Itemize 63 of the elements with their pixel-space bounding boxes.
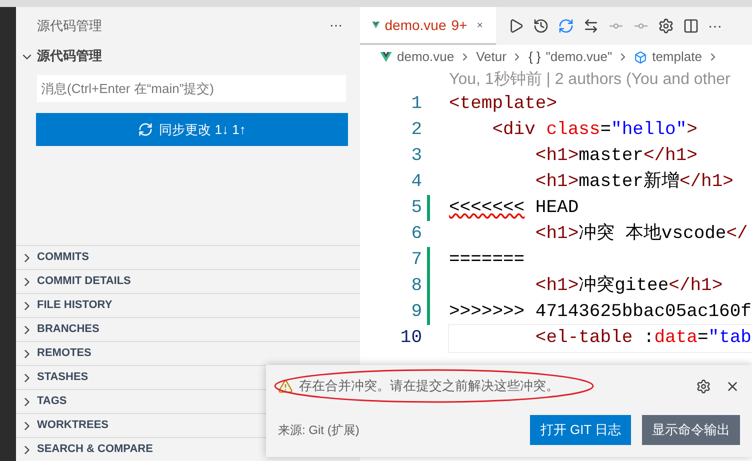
panel-title: COMMIT DETAILS bbox=[37, 274, 131, 290]
line-number: 4 bbox=[410, 170, 422, 194]
more-actions-icon[interactable]: ⋯ bbox=[708, 16, 722, 36]
panel-title: BRANCHES bbox=[37, 322, 100, 338]
line-number: 5 bbox=[410, 196, 422, 220]
code-line: <<<<<<< HEAD bbox=[449, 196, 579, 220]
code-line: <h1>冲突gitee</h1> bbox=[534, 274, 723, 298]
line-number: 1 bbox=[410, 92, 422, 116]
sync-icon bbox=[138, 122, 154, 137]
panel-title: REMOTES bbox=[37, 346, 92, 362]
line-number: 9 bbox=[410, 300, 422, 324]
code-line: ======= bbox=[449, 248, 525, 272]
warning-icon bbox=[278, 378, 293, 394]
notification-button[interactable]: 显示命令输出 bbox=[642, 415, 740, 445]
gear-icon[interactable] bbox=[658, 18, 674, 34]
line-number: 7 bbox=[410, 248, 422, 272]
vue-logo-icon bbox=[380, 52, 392, 62]
panel-title: STASHES bbox=[37, 370, 88, 386]
arrows-icon[interactable] bbox=[583, 18, 599, 34]
code-line: <el-table :data="tab bbox=[449, 324, 752, 352]
sidebar-title: 源代码管理 bbox=[37, 17, 102, 36]
play-icon[interactable] bbox=[508, 18, 524, 34]
commit-message-field[interactable]: 消息(Ctrl+Enter 在“main”提交) bbox=[37, 75, 346, 102]
panel-title: SEARCH & COMPARE bbox=[37, 442, 153, 458]
vue-logo-icon bbox=[372, 19, 380, 31]
problem-count: 9+ bbox=[451, 16, 468, 34]
more-actions-icon[interactable]: ⋯ bbox=[330, 16, 344, 36]
conflict-marker-bar bbox=[427, 195, 430, 221]
line-number: 3 bbox=[410, 144, 422, 168]
panel-header[interactable]: COMMIT DETAILS bbox=[16, 269, 360, 293]
braces-icon: { } bbox=[528, 47, 541, 67]
panel-title: TAGS bbox=[37, 394, 67, 410]
settings-icon[interactable] bbox=[696, 378, 711, 394]
line-number: 8 bbox=[410, 274, 422, 298]
notification-source: 来源: Git (扩展) bbox=[278, 422, 360, 439]
panel-header[interactable]: COMMITS bbox=[16, 245, 360, 269]
line-number: 6 bbox=[410, 222, 422, 246]
panel-title: WORKTREES bbox=[37, 418, 108, 434]
history-icon[interactable] bbox=[533, 18, 549, 34]
split-editor-icon[interactable] bbox=[683, 18, 699, 34]
cube-icon bbox=[634, 50, 648, 64]
breadcrumb-item[interactable]: template bbox=[652, 47, 702, 67]
line-number: 2 bbox=[410, 118, 422, 142]
line-number: 10 bbox=[399, 326, 422, 350]
notification-button[interactable]: 打开 GIT 日志 bbox=[530, 415, 631, 445]
panel-title: FILE HISTORY bbox=[37, 298, 112, 314]
breadcrumb-item[interactable]: demo.vue bbox=[397, 47, 454, 67]
sync-icon[interactable] bbox=[558, 18, 574, 34]
breadcrumb-item[interactable]: "demo.vue" bbox=[546, 47, 612, 67]
sync-changes-button[interactable]: 同步更改 1↓ 1↑ bbox=[36, 113, 348, 146]
code-line: <h1>冲突 本地vscode</ bbox=[534, 222, 748, 246]
code-line: <h1>master新增</h1> bbox=[534, 170, 734, 194]
tab-label: demo.vue bbox=[384, 16, 446, 34]
code-line: <template> bbox=[449, 92, 558, 116]
panel-title: COMMITS bbox=[37, 250, 89, 266]
breadcrumb-item[interactable]: Vetur bbox=[476, 47, 506, 67]
section-title[interactable]: 源代码管理 bbox=[37, 46, 102, 68]
panel-header[interactable]: BRANCHES bbox=[16, 317, 360, 341]
panel-header[interactable]: FILE HISTORY bbox=[16, 293, 360, 317]
code-line: >>>>>>> 47143625bbac05ac160f bbox=[449, 300, 752, 324]
code-line: <h1>master</h1> bbox=[534, 144, 698, 168]
editor-tab[interactable]: demo.vue 9+ bbox=[360, 7, 496, 45]
code-line: <div class="hello"> bbox=[491, 118, 698, 142]
